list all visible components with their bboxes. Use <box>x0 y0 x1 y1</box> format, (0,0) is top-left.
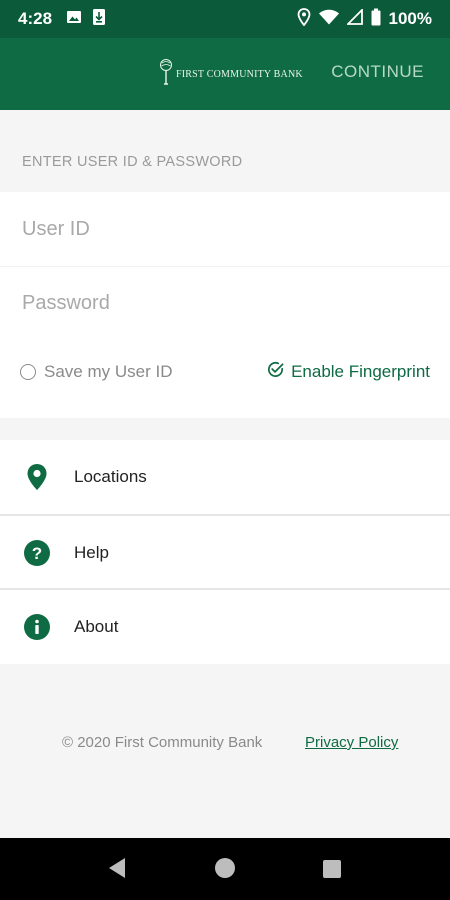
recents-icon[interactable] <box>322 859 342 884</box>
save-user-id-toggle[interactable]: Save my User ID <box>20 362 172 382</box>
copyright-text: © 2020 First Community Bank <box>62 734 263 751</box>
enable-fingerprint-label: Enable Fingerprint <box>291 362 430 381</box>
system-nav-bar <box>0 838 450 900</box>
status-right: 100% <box>297 7 432 31</box>
login-section-header: ENTER USER ID & PASSWORD <box>0 110 450 192</box>
privacy-policy-link[interactable]: Privacy Policy <box>305 734 398 751</box>
password-input[interactable] <box>0 266 450 340</box>
app-bar: FIRST COMMUNITY BANK CONTINUE <box>0 38 450 110</box>
battery-level: 100% <box>388 9 432 28</box>
menu-item-about[interactable]: About <box>0 590 450 664</box>
home-icon[interactable] <box>213 856 237 885</box>
user-id-input[interactable] <box>0 192 450 266</box>
location-pin-icon <box>24 464 50 490</box>
menu-item-help[interactable]: ? Help <box>0 516 450 590</box>
menu-item-label: Locations <box>74 467 147 486</box>
tree-logo-icon <box>158 58 174 91</box>
logo-text: FIRST COMMUNITY BANK <box>176 69 303 80</box>
help-icon: ? <box>24 540 50 566</box>
status-bar: 4:28 100% <box>0 0 450 38</box>
bank-logo: FIRST COMMUNITY BANK <box>158 58 303 91</box>
save-user-id-radio[interactable] <box>20 364 36 380</box>
menu-item-label: Help <box>74 543 109 562</box>
status-left-icons <box>66 8 106 31</box>
continue-button[interactable]: CONTINUE <box>331 62 424 82</box>
login-options-row: Save my User ID Enable Fingerprint <box>0 342 450 418</box>
menu-item-label: About <box>74 617 119 636</box>
image-icon <box>66 9 82 30</box>
download-icon <box>92 8 106 31</box>
wifi-icon <box>318 9 339 30</box>
menu-item-locations[interactable]: Locations <box>0 440 450 514</box>
back-icon[interactable] <box>106 856 128 885</box>
info-icon <box>24 614 50 640</box>
login-card: Save my User ID Enable Fingerprint <box>0 192 450 418</box>
battery-icon <box>371 8 381 31</box>
status-time: 4:28 <box>18 9 53 28</box>
enable-fingerprint-toggle[interactable]: Enable Fingerprint <box>266 360 430 384</box>
location-icon <box>297 7 311 31</box>
check-circle-icon[interactable] <box>266 360 285 384</box>
login-section-title: ENTER USER ID & PASSWORD <box>22 154 243 170</box>
menu-list: Locations ? Help About <box>0 440 450 664</box>
save-user-id-label: Save my User ID <box>44 362 173 381</box>
footer: © 2020 First Community Bank Privacy Poli… <box>0 664 450 838</box>
signal-icon <box>345 7 363 30</box>
svg-text:?: ? <box>32 544 42 563</box>
